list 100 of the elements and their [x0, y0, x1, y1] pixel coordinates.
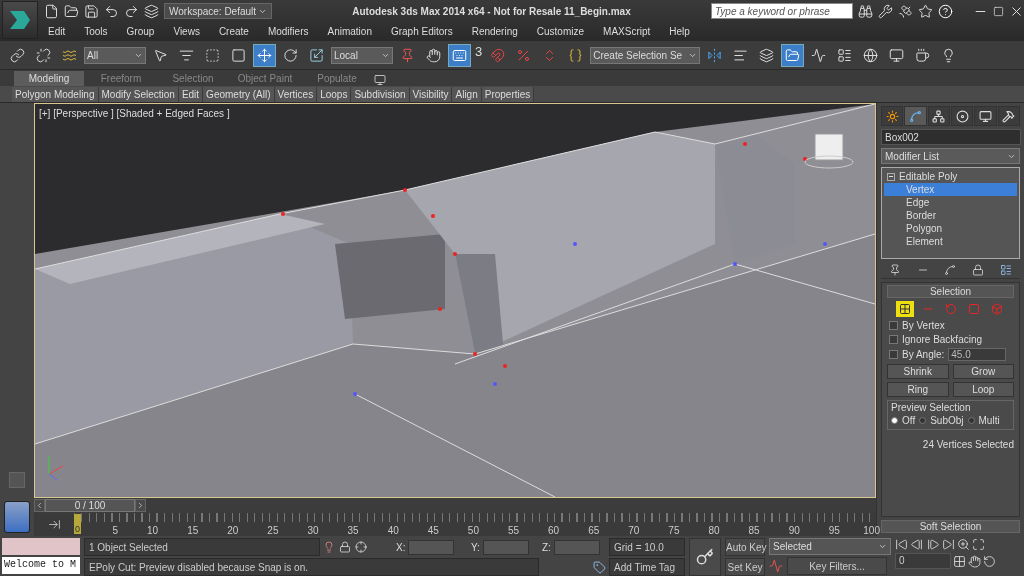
menu-item[interactable]: Tools [84, 25, 108, 37]
checkbox[interactable] [889, 350, 898, 359]
panel-tab[interactable] [904, 106, 927, 126]
panel-tab[interactable] [974, 106, 997, 126]
go-to-start-icon[interactable] [895, 538, 908, 551]
menu-item[interactable]: Views [173, 25, 200, 37]
ribbon-panel-button[interactable]: Edit [178, 86, 204, 102]
auto-key-button[interactable]: Auto Key [725, 538, 765, 556]
ribbon-panel-button[interactable]: Visibility [409, 86, 453, 102]
ribbon-tab[interactable]: Populate [302, 71, 372, 86]
go-to-end-icon[interactable] [942, 538, 955, 551]
panel-tab[interactable] [927, 106, 950, 126]
ribbon-panel-button[interactable]: Polygon Modeling [12, 86, 99, 102]
bulb-icon[interactable] [323, 541, 335, 553]
angle-spinner[interactable]: 45.0 [948, 348, 1007, 361]
stack-item[interactable]: Border [884, 209, 1017, 222]
wrench-icon[interactable] [878, 3, 893, 19]
crosshair-icon[interactable] [355, 541, 367, 553]
pin-icon[interactable] [888, 264, 901, 276]
selection-button[interactable]: Loop [952, 382, 1014, 397]
binoculars-icon[interactable] [858, 3, 873, 19]
selection-button[interactable]: Ring [887, 382, 949, 397]
current-frame-marker[interactable]: 0 [74, 514, 81, 534]
add-time-tag-field[interactable]: Add Time Tag [609, 558, 685, 576]
key-filters-button[interactable]: Key Filters... [787, 557, 887, 575]
workspace-dropdown[interactable]: Workspace: Default [164, 3, 272, 19]
search-field[interactable]: Type a keyword or phrase [711, 3, 853, 19]
undo-icon[interactable] [104, 3, 119, 19]
menu-item[interactable]: Customize [536, 25, 585, 37]
next-frame-button[interactable] [135, 499, 146, 512]
coord-field[interactable] [408, 539, 455, 555]
checkbox[interactable] [889, 335, 898, 344]
radio-button[interactable] [891, 417, 898, 424]
frame-field[interactable]: 0 [895, 553, 951, 569]
menu-item[interactable]: Group [126, 25, 155, 37]
stack-item[interactable]: Edge [884, 196, 1017, 209]
pan-icon[interactable] [968, 554, 981, 568]
stack-item[interactable]: Polygon [884, 222, 1017, 235]
toolbar-dropdown[interactable]: Local [331, 46, 393, 64]
help-icon[interactable] [938, 3, 953, 19]
selection-button[interactable]: Grow [952, 364, 1014, 379]
modifier-list-dropdown[interactable]: Modifier List [881, 148, 1020, 164]
toolbar-button[interactable] [448, 43, 471, 67]
lock-icon[interactable] [339, 541, 351, 553]
coord-field[interactable] [482, 539, 529, 555]
ribbon-panel-button[interactable]: Vertices [274, 86, 318, 102]
ribbon-tab[interactable]: Object Paint [230, 71, 300, 86]
toolbar-button[interactable] [781, 43, 805, 67]
sub-object-button[interactable] [895, 301, 914, 317]
time-tag-icon[interactable] [593, 560, 606, 574]
new-file-icon[interactable] [44, 3, 59, 19]
stack-item[interactable]: Element [884, 235, 1017, 248]
object-name-field[interactable]: Box002 [881, 129, 1021, 145]
ribbon-panel-button[interactable]: Align [452, 86, 482, 102]
panel-tab[interactable] [881, 106, 904, 126]
open-folder-icon[interactable] [64, 3, 79, 19]
star-icon[interactable] [918, 3, 933, 19]
set-key-button[interactable]: Set Key [725, 558, 765, 576]
toolbar-dropdown[interactable]: Create Selection Se [590, 46, 701, 64]
stack-item[interactable]: Editable Poly [884, 170, 1017, 183]
next-key-icon[interactable] [927, 538, 940, 551]
menu-item[interactable]: Graph Editors [390, 25, 453, 37]
satellite-icon[interactable] [898, 3, 913, 19]
selection-button[interactable]: Shrink [887, 364, 949, 379]
panel-tab[interactable] [951, 106, 974, 126]
previous-frame-button[interactable] [34, 499, 45, 512]
ribbon-panel-button[interactable]: Properties [481, 86, 535, 102]
collapse-icon[interactable] [887, 172, 895, 181]
radio-button[interactable] [919, 417, 927, 424]
redo-icon[interactable] [124, 3, 139, 19]
ribbon-panel-button[interactable]: Geometry (All) [203, 86, 275, 102]
menu-item[interactable]: Modifiers [267, 25, 309, 37]
menu-item[interactable]: Rendering [471, 25, 518, 37]
snap-toggle-button[interactable]: 3 [474, 43, 484, 67]
key-mode-dropdown[interactable]: Selected [769, 538, 891, 555]
key-button[interactable] [689, 538, 721, 576]
panel-tab[interactable] [997, 106, 1020, 126]
toolbar-dropdown[interactable]: All [84, 46, 146, 64]
rollout-header[interactable]: Selection [887, 285, 1014, 298]
ribbon-panel-button[interactable]: Modify Selection [98, 86, 179, 102]
view-cube-icon[interactable] [804, 133, 854, 169]
checkbox[interactable] [889, 321, 898, 330]
menu-item[interactable]: Edit [48, 25, 66, 37]
ribbon-panel-button[interactable]: Subdivision [351, 86, 410, 102]
save-icon[interactable] [84, 3, 99, 19]
maximize-view-icon[interactable] [972, 538, 985, 551]
menu-item[interactable]: Help [669, 25, 690, 37]
zoom-icon[interactable] [957, 538, 970, 551]
ribbon-tab[interactable]: Freeform [86, 71, 156, 86]
app-logo-icon[interactable] [2, 1, 38, 39]
maximize-icon[interactable] [993, 5, 1004, 17]
toolbar-button[interactable] [253, 43, 276, 67]
ribbon-tab[interactable]: Modeling [14, 71, 84, 86]
radio-button[interactable] [967, 417, 975, 424]
stack-item[interactable]: Vertex [884, 183, 1017, 196]
listener-output[interactable]: Welcome to M [2, 557, 80, 574]
menu-item[interactable]: MAXScript [603, 25, 651, 37]
viewport-label[interactable]: [+] [Perspective ] [Shaded + Edged Faces ] [39, 108, 230, 119]
listener-input[interactable] [2, 538, 80, 555]
rollout-header[interactable]: Soft Selection [881, 520, 1020, 533]
